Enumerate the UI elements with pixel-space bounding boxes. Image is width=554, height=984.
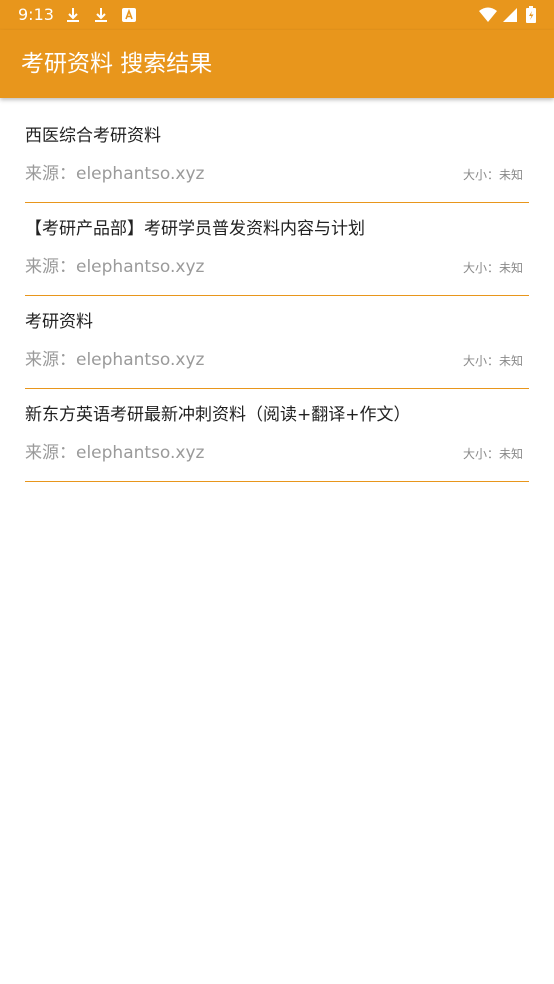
list-item[interactable]: 考研资料 来源：elephantso.xyz 大小：未知 [25, 296, 529, 389]
font-icon [120, 6, 138, 24]
app-bar: 考研资料 搜索结果 [0, 30, 554, 98]
wifi-icon [478, 6, 497, 24]
result-title: 考研资料 [25, 312, 93, 332]
page-title: 考研资料 搜索结果 [21, 51, 213, 77]
download-icon [64, 6, 82, 24]
result-source: 来源：elephantso.xyz [25, 350, 205, 370]
download-icon [92, 6, 110, 24]
status-time: 9:13 [18, 5, 54, 24]
result-list: 西医综合考研资料 来源：elephantso.xyz 大小：未知 【考研产品部】… [25, 110, 529, 482]
result-size: 大小：未知 [462, 447, 523, 461]
battery-icon [525, 6, 543, 24]
list-item[interactable]: 新东方英语考研最新冲刺资料（阅读+翻译+作文） 来源：elephantso.xy… [25, 389, 529, 482]
list-item[interactable]: 【考研产品部】考研学员普发资料内容与计划 来源：elephantso.xyz 大… [25, 203, 529, 296]
result-source: 来源：elephantso.xyz [25, 443, 205, 463]
result-size: 大小：未知 [462, 354, 523, 368]
list-item[interactable]: 西医综合考研资料 来源：elephantso.xyz 大小：未知 [25, 110, 529, 203]
signal-icon [502, 6, 520, 24]
result-size: 大小：未知 [462, 261, 523, 275]
result-size: 大小：未知 [462, 168, 523, 182]
result-title: 西医综合考研资料 [25, 126, 161, 146]
result-title: 【考研产品部】考研学员普发资料内容与计划 [25, 219, 365, 239]
result-source: 来源：elephantso.xyz [25, 164, 205, 184]
status-bar: 9:13 [0, 0, 554, 30]
result-source: 来源：elephantso.xyz [25, 257, 205, 277]
result-title: 新东方英语考研最新冲刺资料（阅读+翻译+作文） [25, 405, 411, 425]
